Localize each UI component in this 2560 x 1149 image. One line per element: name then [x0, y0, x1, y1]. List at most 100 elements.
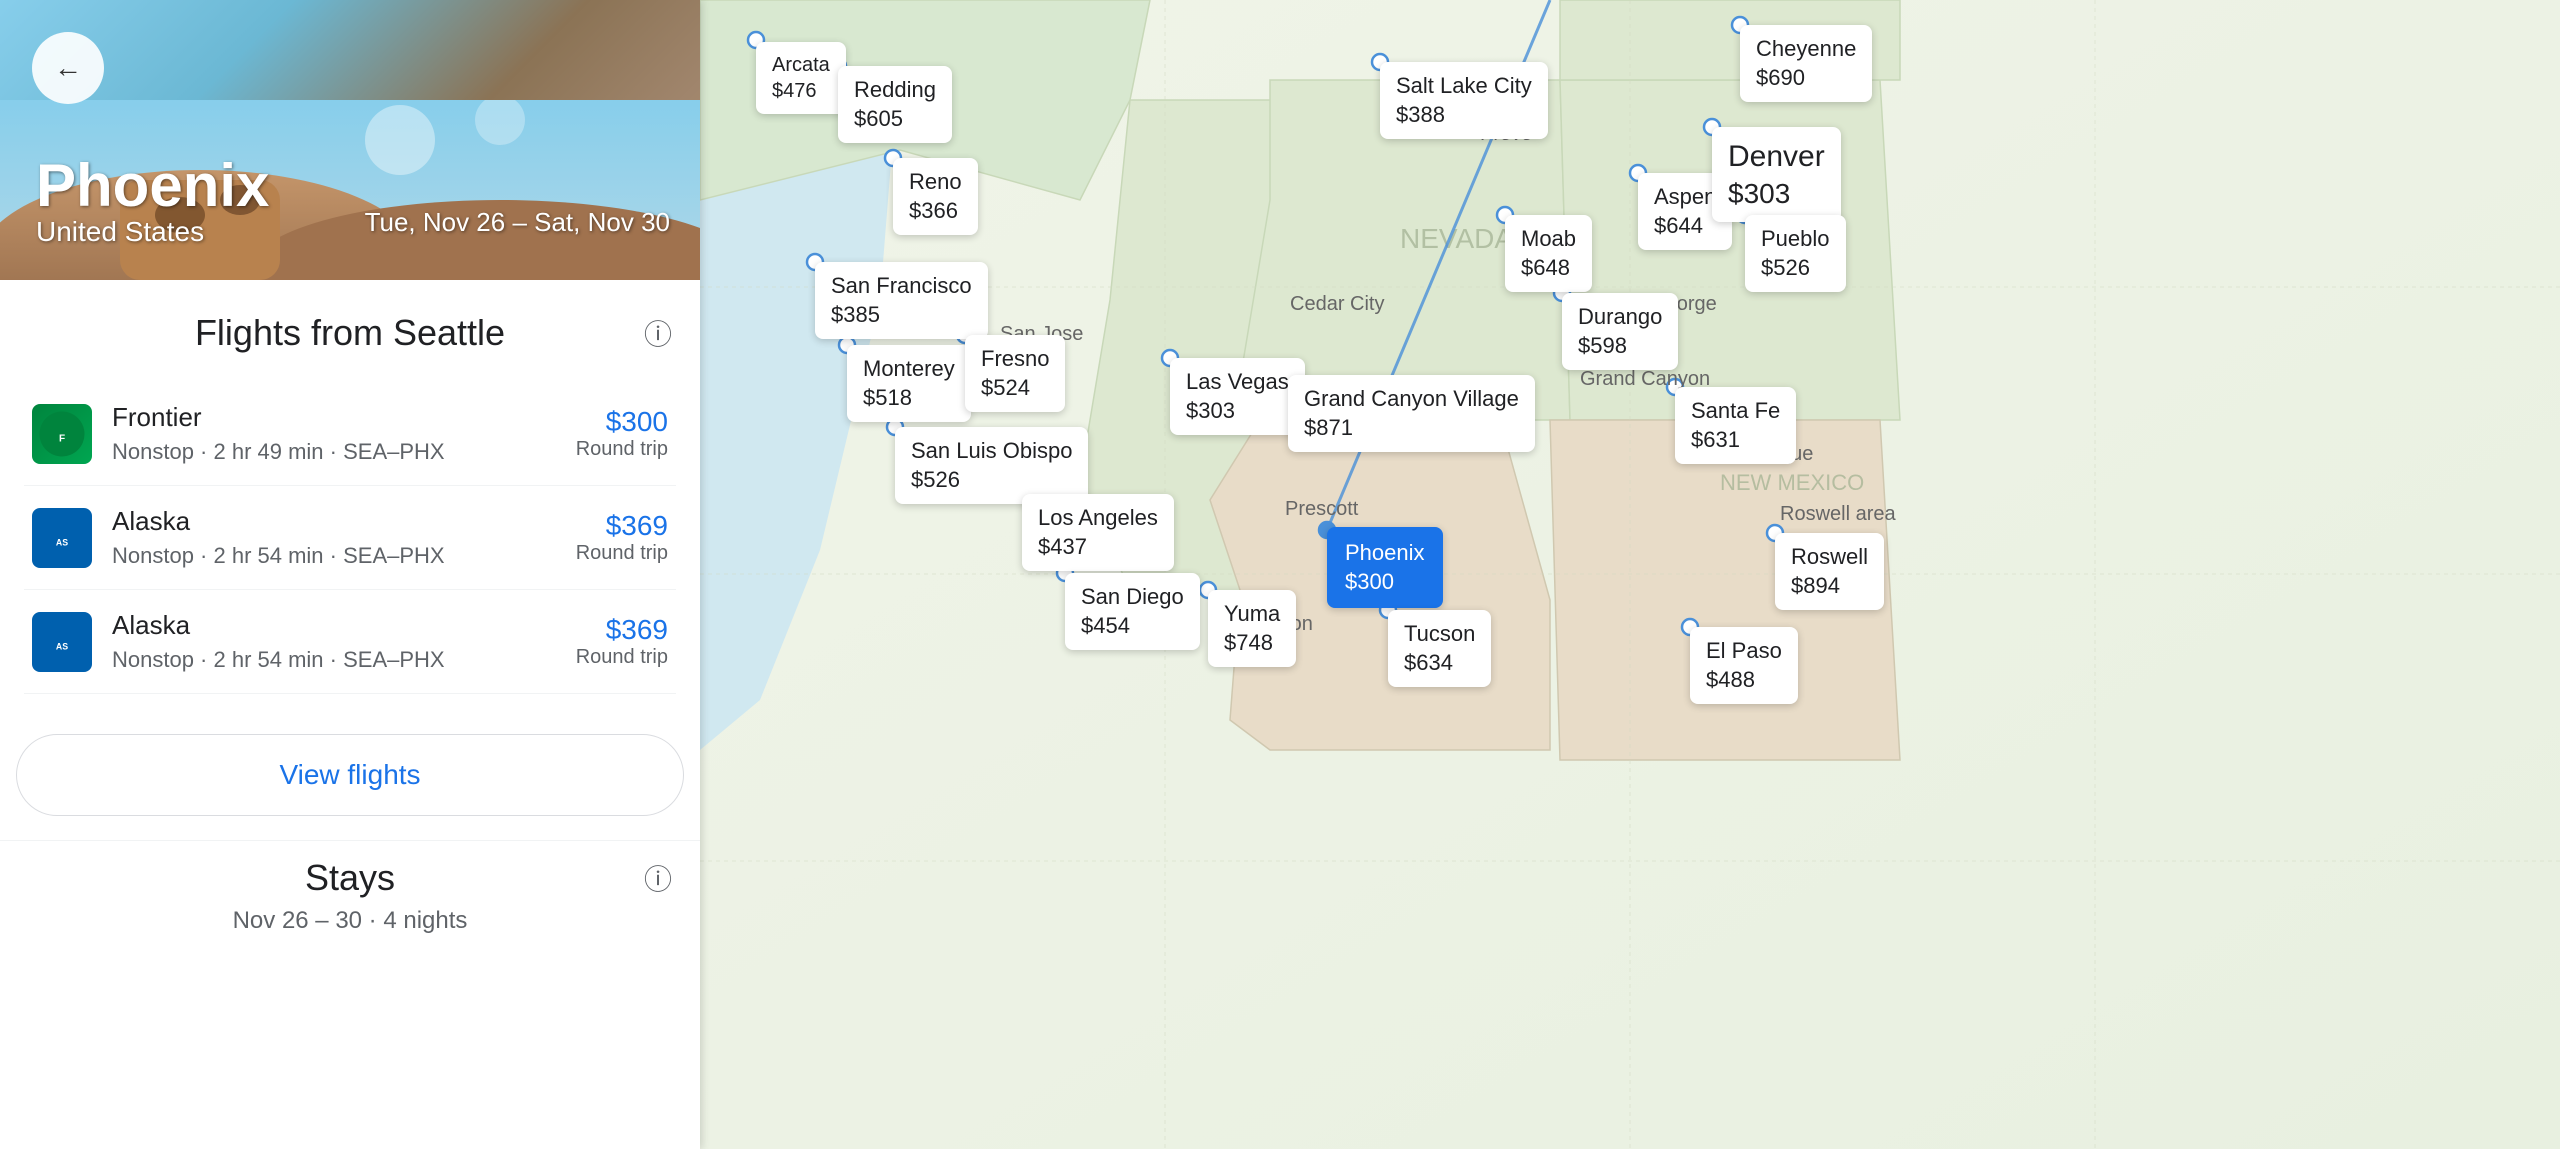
- bubble-city-moab: Moab: [1521, 225, 1576, 254]
- flight-info-0: FrontierNonstop · 2 hr 49 min · SEA–PHX: [112, 402, 576, 465]
- flights-section-header: Flights from Seattle ⓘ: [24, 312, 676, 354]
- map-bubble-pueblo[interactable]: Pueblo$526: [1745, 215, 1846, 292]
- airline-name-1: Alaska: [112, 506, 576, 537]
- price-type-0: Round trip: [576, 438, 668, 460]
- bubble-city-cheyenne: Cheyenne: [1756, 35, 1856, 64]
- map-bubble-salt-lake-city[interactable]: Salt Lake City$388: [1380, 62, 1548, 139]
- map-bubble-moab[interactable]: Moab$648: [1505, 215, 1592, 292]
- map-bubble-grand-canyon[interactable]: Grand Canyon Village$871: [1288, 375, 1535, 452]
- map-bubble-roswell[interactable]: Roswell$894: [1775, 533, 1884, 610]
- flight-price-2: $369Round trip: [576, 614, 668, 669]
- bubble-city-durango: Durango: [1578, 303, 1662, 332]
- bubble-price-san-luis-obispo: $526: [911, 466, 1072, 495]
- stays-title: Stays: [305, 857, 395, 899]
- stays-subtitle: Nov 26 – 30 · 4 nights: [24, 907, 676, 935]
- bubble-price-phoenix: $300: [1345, 568, 1425, 597]
- stays-info-icon[interactable]: ⓘ: [640, 860, 676, 896]
- price-type-2: Round trip: [576, 646, 668, 668]
- map-bubble-monterey[interactable]: Monterey$518: [847, 345, 971, 422]
- map-bubble-san-francisco[interactable]: San Francisco$385: [815, 262, 988, 339]
- map-bubble-las-vegas[interactable]: Las Vegas$303: [1170, 358, 1305, 435]
- bubble-city-monterey: Monterey: [863, 355, 955, 384]
- bubble-price-el-paso: $488: [1706, 666, 1782, 695]
- flight-price-1: $369Round trip: [576, 510, 668, 565]
- flight-info-2: AlaskaNonstop · 2 hr 54 min · SEA–PHX: [112, 610, 576, 673]
- flight-details-2: Nonstop · 2 hr 54 min · SEA–PHX: [112, 647, 576, 673]
- bubble-price-durango: $598: [1578, 332, 1662, 361]
- map-panel: NEVADA NEW MEXICO San Jose Provo St.: [700, 0, 2560, 1149]
- bubble-price-santa-fe: $631: [1691, 426, 1780, 455]
- bubble-city-phoenix: Phoenix: [1345, 539, 1425, 568]
- hero-text: Phoenix United States: [36, 156, 269, 248]
- map-bubble-san-luis-obispo[interactable]: San Luis Obispo$526: [895, 427, 1088, 504]
- bubble-city-san-diego: San Diego: [1081, 583, 1184, 612]
- bubble-price-arcata: $476: [772, 78, 830, 104]
- bubble-price-aspen: $644: [1654, 212, 1716, 241]
- bubble-city-el-paso: El Paso: [1706, 637, 1782, 666]
- bubble-price-san-francisco: $385: [831, 301, 972, 330]
- bubble-city-aspen: Aspen: [1654, 183, 1716, 212]
- svg-text:F: F: [59, 433, 65, 444]
- map-bubble-cheyenne[interactable]: Cheyenne$690: [1740, 25, 1872, 102]
- bubble-price-salt-lake-city: $388: [1396, 101, 1532, 130]
- hero-image: ← Phoenix United States Tue, Nov 26 – Sa…: [0, 0, 700, 280]
- flights-section: Flights from Seattle ⓘ F FrontierNonstop …: [0, 280, 700, 710]
- hero-dates: Tue, Nov 26 – Sat, Nov 30: [365, 207, 670, 238]
- map-bubble-santa-fe[interactable]: Santa Fe$631: [1675, 387, 1796, 464]
- map-bubble-tucson[interactable]: Tucson$634: [1388, 610, 1491, 687]
- price-amount-2: $369: [576, 614, 668, 646]
- bubble-city-san-francisco: San Francisco: [831, 272, 972, 301]
- svg-text:Prescott: Prescott: [1285, 498, 1359, 520]
- bubble-price-fresno: $524: [981, 374, 1049, 403]
- map-bubble-phoenix[interactable]: Phoenix$300: [1327, 527, 1443, 608]
- bubble-city-denver: Denver: [1728, 137, 1825, 176]
- hero-city: Phoenix: [36, 156, 269, 216]
- price-amount-1: $369: [576, 510, 668, 542]
- map-bubble-yuma[interactable]: Yuma$748: [1208, 590, 1296, 667]
- bubble-city-grand-canyon: Grand Canyon Village: [1304, 385, 1519, 414]
- flight-list: F FrontierNonstop · 2 hr 49 min · SEA–PHX…: [24, 382, 676, 694]
- map-bubble-denver[interactable]: Denver$303: [1712, 127, 1841, 222]
- bubble-price-san-diego: $454: [1081, 612, 1184, 641]
- bubble-city-santa-fe: Santa Fe: [1691, 397, 1780, 426]
- bubble-city-arcata: Arcata: [772, 52, 830, 78]
- flight-row-2[interactable]: ASAlaskaNonstop · 2 hr 54 min · SEA–PHX$…: [24, 590, 676, 694]
- back-button[interactable]: ←: [32, 32, 104, 104]
- bubble-city-las-vegas: Las Vegas: [1186, 368, 1289, 397]
- bubble-city-reno: Reno: [909, 168, 962, 197]
- bubble-price-denver: $303: [1728, 176, 1825, 212]
- map-bubble-los-angeles[interactable]: Los Angeles$437: [1022, 494, 1174, 571]
- map-bubble-el-paso[interactable]: El Paso$488: [1690, 627, 1798, 704]
- flight-details-0: Nonstop · 2 hr 49 min · SEA–PHX: [112, 439, 576, 465]
- bubble-city-salt-lake-city: Salt Lake City: [1396, 72, 1532, 101]
- svg-text:NEVADA: NEVADA: [1400, 223, 1513, 254]
- map-bubble-reno[interactable]: Reno$366: [893, 158, 978, 235]
- svg-text:NEW MEXICO: NEW MEXICO: [1720, 470, 1864, 495]
- map-bubble-redding[interactable]: Redding$605: [838, 66, 952, 143]
- flights-section-title: Flights from Seattle: [195, 312, 505, 354]
- flight-row-1[interactable]: AS Alaska Nonstop · 2 hr 54 min · SEA–PHX$…: [24, 486, 676, 590]
- svg-text:AS: AS: [56, 537, 68, 547]
- map-bubble-san-diego[interactable]: San Diego$454: [1065, 573, 1200, 650]
- bubble-city-yuma: Yuma: [1224, 600, 1280, 629]
- flight-row-0[interactable]: F FrontierNonstop · 2 hr 49 min · SEA–PHX…: [24, 382, 676, 486]
- stays-section: Stays ⓘ Nov 26 – 30 · 4 nights: [0, 840, 700, 951]
- bubble-price-tucson: $634: [1404, 649, 1475, 678]
- flight-info-1: Alaska Nonstop · 2 hr 54 min · SEA–PHX: [112, 506, 576, 569]
- map-bubble-fresno[interactable]: Fresno$524: [965, 335, 1065, 412]
- bubble-price-cheyenne: $690: [1756, 64, 1856, 93]
- bubble-price-pueblo: $526: [1761, 254, 1830, 283]
- bubble-price-redding: $605: [854, 105, 936, 134]
- map-bubble-durango[interactable]: Durango$598: [1562, 293, 1678, 370]
- airline-logo-0: F: [32, 404, 92, 464]
- view-flights-button[interactable]: View flights: [16, 734, 684, 816]
- bubble-city-pueblo: Pueblo: [1761, 225, 1830, 254]
- flights-info-icon[interactable]: ⓘ: [640, 315, 676, 351]
- price-type-1: Round trip: [576, 542, 668, 564]
- left-panel: ← Phoenix United States Tue, Nov 26 – Sa…: [0, 0, 700, 1149]
- flight-price-0: $300Round trip: [576, 406, 668, 461]
- flight-details-1: Nonstop · 2 hr 54 min · SEA–PHX: [112, 543, 576, 569]
- bubble-city-roswell: Roswell: [1791, 543, 1868, 572]
- map-bubble-arcata[interactable]: Arcata$476: [756, 42, 846, 114]
- bubble-city-redding: Redding: [854, 76, 936, 105]
